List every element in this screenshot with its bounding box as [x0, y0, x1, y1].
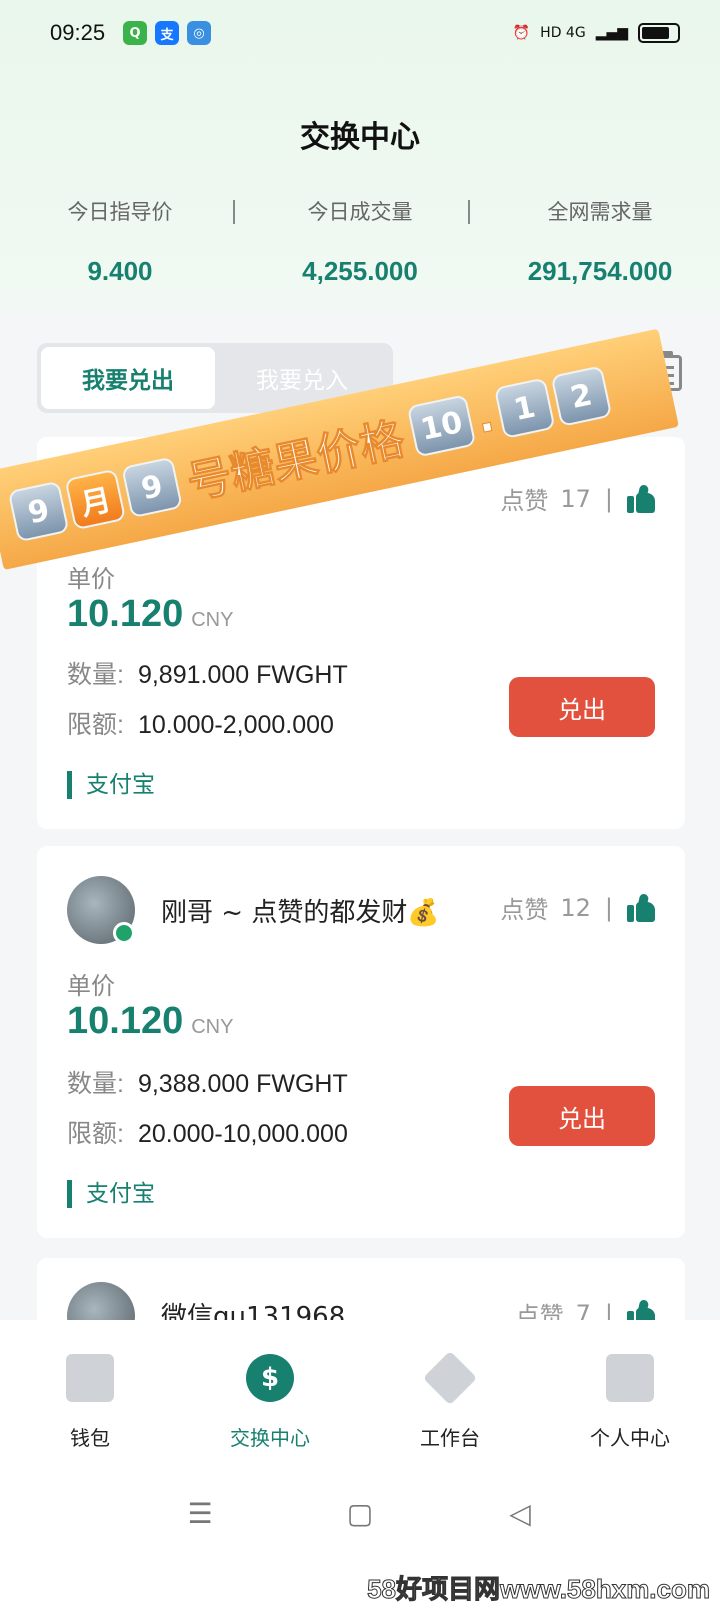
app-notification-icon: Q	[123, 21, 148, 45]
stat-value: 4,255.000	[302, 256, 418, 286]
quantity-label: 数量:	[67, 661, 124, 689]
alarm-icon: ⏰	[512, 25, 531, 41]
exchange-icon: $	[246, 1354, 294, 1402]
currency: CNY	[191, 609, 234, 631]
quantity-row: 数量: 9,388.000 FWGHT	[67, 1064, 348, 1100]
currency: CNY	[191, 1016, 234, 1038]
battery-icon	[638, 23, 680, 43]
limit-value: 10.000-2,000.000	[137, 711, 334, 739]
banner-char: 10	[406, 394, 477, 458]
stat-divider	[468, 200, 470, 224]
nav-profile[interactable]: 个人中心	[540, 1354, 720, 1451]
stat-volume: 今日成交量 4,255.000	[240, 196, 480, 287]
online-indicator	[113, 922, 135, 944]
stat-guide-price: 今日指导价 9.400	[0, 196, 240, 287]
profile-icon	[606, 1354, 654, 1402]
payment-method: 支付宝	[67, 771, 155, 799]
stat-label: 今日成交量	[307, 200, 413, 224]
signal-icon: ▂▄▆	[595, 25, 628, 41]
banner-char: .	[471, 389, 499, 444]
price: 10.120 CNY	[67, 593, 233, 636]
quantity-value: 9,891.000 FWGHT	[137, 661, 348, 689]
username: 刚哥 ~ 点赞的都发财💰	[161, 898, 440, 928]
price-label: 单价	[67, 565, 115, 593]
likes: 点赞 12 |	[500, 890, 655, 925]
limit-row: 限额: 10.000-2,000.000	[67, 705, 334, 741]
wallet-icon	[66, 1354, 114, 1402]
likes-count: 12	[560, 893, 591, 922]
alipay-notification-icon: 支	[155, 21, 180, 45]
offer-card: 微信qu131968 点赞 7 |	[37, 1258, 685, 1328]
banner-char: 2	[550, 365, 613, 428]
nav-wallet[interactable]: 钱包	[0, 1354, 180, 1451]
nav-workbench[interactable]: 工作台	[360, 1350, 540, 1451]
limit-label: 限额:	[67, 711, 124, 739]
stat-value: 9.400	[87, 256, 153, 286]
likes-label: 点赞	[500, 487, 549, 515]
nav-exchange[interactable]: $ 交换中心	[180, 1354, 360, 1451]
banner-char: 月	[64, 468, 127, 531]
market-stats: 今日指导价 9.400 今日成交量 4,255.000 全网需求量 291,75…	[0, 196, 720, 287]
app-notification-icon-2: ◎	[187, 21, 212, 45]
price: 10.120 CNY	[67, 1000, 233, 1043]
status-bar: 09:25 Q 支 ◎ ⏰ HD 4G ▂▄▆	[50, 18, 680, 48]
payment-method: 支付宝	[67, 1180, 155, 1208]
price-value: 10.120	[67, 593, 184, 635]
menu-icon[interactable]: ☰	[186, 1500, 214, 1528]
banner-char: 9	[7, 480, 70, 543]
limit-row: 限额: 20.000-10,000.000	[67, 1114, 348, 1150]
quantity-label: 数量:	[67, 1070, 124, 1098]
back-icon[interactable]: ◁	[506, 1500, 534, 1528]
stat-label: 今日指导价	[67, 200, 173, 224]
quantity-value: 9,388.000 FWGHT	[137, 1070, 348, 1098]
network-indicator: HD 4G	[540, 25, 586, 41]
stat-divider	[233, 200, 235, 224]
price-label: 单价	[67, 972, 115, 1000]
stat-label: 全网需求量	[547, 200, 653, 224]
likes: 点赞 17 |	[500, 481, 655, 516]
banner-char: 9	[121, 456, 183, 519]
sell-button[interactable]: 兑出	[509, 677, 655, 737]
thumbs-up-icon[interactable]	[627, 483, 655, 513]
tab-sell[interactable]: 我要兑出	[41, 347, 215, 409]
page-title: 交换中心	[300, 120, 420, 155]
banner-char: 1	[493, 377, 556, 440]
watermark: 58好项目网www.58hxm.com	[367, 1574, 711, 1605]
nav-label: 个人中心	[590, 1426, 670, 1450]
nav-label: 钱包	[70, 1426, 110, 1450]
stat-demand: 全网需求量 291,754.000	[480, 196, 720, 287]
sell-button[interactable]: 兑出	[509, 1086, 655, 1146]
offer-card: 刚哥 ~ 点赞的都发财💰 点赞 12 | 单价 10.120 CNY 数量: 9,3…	[37, 846, 685, 1238]
thumbs-up-icon[interactable]	[627, 892, 655, 922]
limit-value: 20.000-10,000.000	[137, 1120, 348, 1148]
likes-label: 点赞	[500, 896, 549, 924]
system-nav: ☰ ▢ ◁	[0, 1500, 720, 1528]
price-value: 10.120	[67, 1000, 184, 1042]
quantity-row: 数量: 9,891.000 FWGHT	[67, 655, 348, 691]
nav-label: 工作台	[420, 1426, 480, 1450]
nav-label: 交换中心	[230, 1426, 310, 1450]
stat-value: 291,754.000	[527, 256, 673, 286]
home-icon[interactable]: ▢	[346, 1500, 374, 1528]
likes-count: 17	[560, 484, 591, 513]
layers-icon	[422, 1350, 478, 1406]
status-time: 09:25	[50, 20, 106, 45]
limit-label: 限额:	[67, 1120, 124, 1148]
